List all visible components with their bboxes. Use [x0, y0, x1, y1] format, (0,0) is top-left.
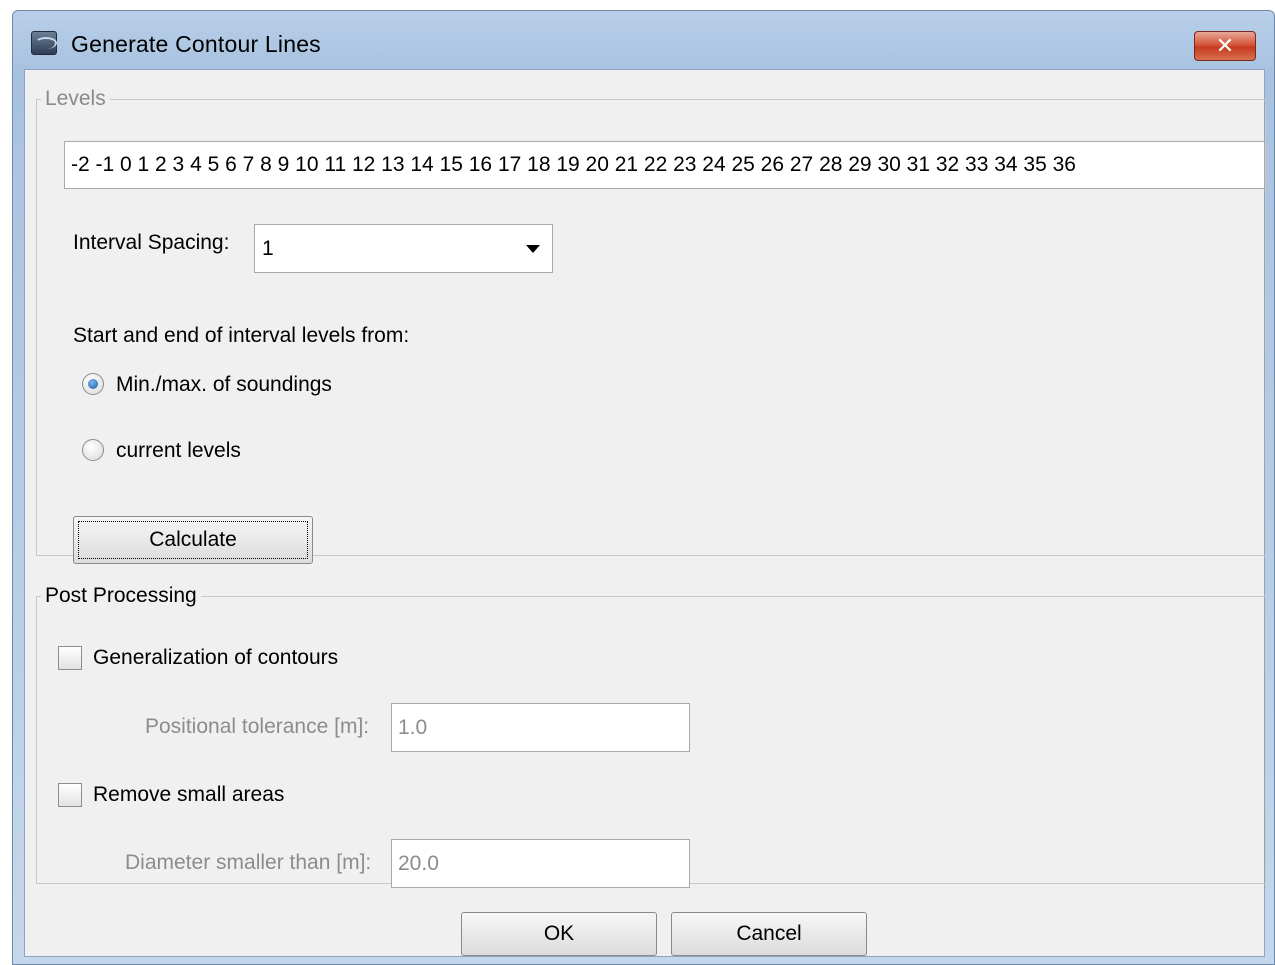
- focus-ring: [78, 521, 308, 559]
- generalization-label[interactable]: Generalization of contours: [93, 646, 338, 670]
- cancel-button[interactable]: Cancel: [671, 912, 867, 956]
- interval-spacing-label: Interval Spacing:: [73, 231, 230, 254]
- interval-spacing-dropdown[interactable]: 1: [254, 224, 553, 273]
- close-icon: ✕: [1215, 33, 1235, 58]
- post-processing-legend: Post Processing: [45, 584, 197, 607]
- radio-min-max-soundings[interactable]: [82, 373, 104, 395]
- diameter-input[interactable]: 20.0: [391, 839, 690, 888]
- tolerance-input[interactable]: 1.0: [391, 703, 690, 752]
- diameter-label: Diameter smaller than [m]:: [125, 851, 372, 874]
- post-processing-group: Post Processing Generalization of contou…: [36, 584, 1266, 888]
- levels-legend: Levels: [45, 87, 106, 110]
- levels-group: Levels -2 -1 0 1 2 3 4 5 6 7 8 9 10 11 1…: [36, 87, 1266, 564]
- ok-button[interactable]: OK: [461, 912, 657, 956]
- close-button[interactable]: ✕: [1194, 31, 1256, 61]
- app-icon: [31, 31, 57, 55]
- tolerance-label: Positional tolerance [m]:: [145, 715, 370, 738]
- range-source-label: Start and end of interval levels from:: [73, 324, 410, 347]
- remove-small-areas-label[interactable]: Remove small areas: [93, 783, 284, 807]
- dialog-window: Generate Contour Lines ✕ Levels -2 -1 0 …: [12, 10, 1275, 965]
- radio-min-max-soundings-label[interactable]: Min./max. of soundings: [116, 373, 332, 397]
- radio-current-levels[interactable]: [82, 439, 104, 461]
- calculate-button[interactable]: Calculate: [73, 516, 313, 564]
- remove-small-areas-checkbox[interactable]: [58, 783, 82, 807]
- chevron-down-icon: [526, 245, 540, 253]
- dialog-content: Levels -2 -1 0 1 2 3 4 5 6 7 8 9 10 11 1…: [24, 69, 1266, 957]
- interval-spacing-value: 1: [262, 236, 274, 260]
- window-title: Generate Contour Lines: [71, 31, 321, 57]
- levels-input[interactable]: -2 -1 0 1 2 3 4 5 6 7 8 9 10 11 12 13 14…: [64, 141, 1265, 189]
- radio-current-levels-label[interactable]: current levels: [116, 439, 241, 463]
- generalization-checkbox[interactable]: [58, 646, 82, 670]
- title-bar[interactable]: Generate Contour Lines ✕: [13, 11, 1274, 69]
